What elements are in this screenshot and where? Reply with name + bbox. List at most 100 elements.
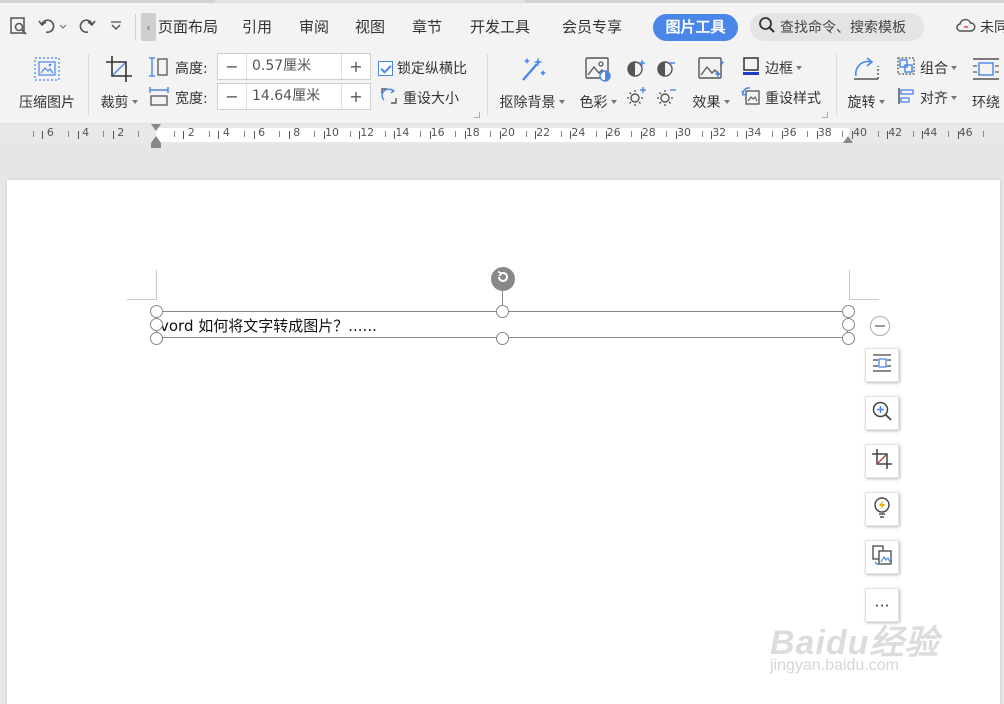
group-label: 组合	[920, 61, 948, 77]
width-increase-button[interactable]: +	[342, 84, 370, 109]
color-caret	[610, 100, 617, 104]
customize-toolbar-button[interactable]	[106, 14, 126, 38]
rotation-handle[interactable]	[491, 267, 515, 291]
print-preview-button[interactable]	[8, 14, 30, 38]
ruler-tick	[429, 131, 431, 139]
ruler-number: 30	[677, 126, 691, 139]
ruler-tick	[103, 131, 105, 137]
undo-button[interactable]	[36, 14, 68, 38]
text-wrap-icon	[971, 54, 1001, 88]
tab-strip-segment	[0, 0, 215, 3]
crop-icon	[871, 448, 893, 474]
compress-picture-button[interactable]: 压缩图片	[16, 54, 78, 112]
checkbox-checked-icon	[378, 60, 393, 76]
collapse-float-toolbar-button[interactable]	[870, 316, 890, 336]
picture-to-text-button[interactable]	[865, 540, 899, 574]
ruler-number: 6	[46, 126, 54, 139]
reset-size-button[interactable]: 重设大小	[379, 86, 459, 110]
tab-review[interactable]: 审阅	[299, 16, 329, 38]
height-icon	[148, 56, 170, 82]
remove-background-label: 抠除背景	[499, 95, 556, 111]
search-placeholder: 查找命令、搜索模板	[780, 20, 906, 36]
width-stepper[interactable]: − 14.64厘米 +	[217, 83, 371, 110]
resize-handle-top-left[interactable]	[150, 305, 163, 318]
tab-references[interactable]: 引用	[242, 16, 272, 38]
tab-page-layout[interactable]: 页面布局	[158, 16, 218, 38]
zoom-picture-button[interactable]	[865, 396, 899, 430]
ruler-number: 20	[501, 126, 515, 139]
resize-handle-top[interactable]	[496, 305, 509, 318]
height-input[interactable]: 0.57厘米	[246, 54, 342, 79]
ruler-tick	[772, 131, 773, 137]
border-button[interactable]: 边框	[741, 56, 802, 80]
decrease-contrast-button[interactable]	[656, 58, 678, 82]
compress-picture-icon	[32, 54, 62, 88]
ruler-number: 22	[536, 126, 551, 139]
redo-button[interactable]	[76, 14, 98, 38]
align-button[interactable]: 对齐	[896, 86, 957, 110]
tab-developer[interactable]: 开发工具	[470, 16, 530, 38]
cloud-icon	[955, 16, 977, 38]
width-input[interactable]: 14.64厘米	[246, 84, 342, 109]
ruler-tick	[253, 131, 255, 139]
ruler-number: 2	[117, 126, 125, 139]
height-stepper[interactable]: − 0.57厘米 +	[217, 53, 371, 80]
chevron-down-icon	[109, 19, 123, 33]
height-decrease-button[interactable]: −	[218, 54, 246, 79]
tab-view[interactable]: 视图	[355, 16, 385, 38]
ribbon-separator	[88, 54, 89, 116]
height-label: 高度:	[175, 61, 208, 77]
float-crop-button[interactable]	[865, 444, 899, 478]
increase-contrast-button[interactable]	[626, 58, 648, 82]
smart-tips-button[interactable]	[865, 492, 899, 526]
ruler-tick	[816, 131, 818, 139]
brightness-up-icon	[626, 87, 648, 112]
sync-status-button[interactable]: 未同	[955, 15, 1004, 39]
ruler-tick	[244, 131, 245, 137]
resize-handle-bottom-right[interactable]	[842, 332, 855, 345]
ruler-tick	[279, 131, 281, 137]
increase-brightness-button[interactable]	[626, 86, 648, 112]
crop-button[interactable]: 裁剪	[98, 54, 140, 112]
first-line-indent-marker[interactable]	[151, 124, 161, 131]
height-increase-button[interactable]: +	[342, 54, 370, 79]
ruler-number: 42	[888, 126, 903, 139]
resize-handle-bottom-left[interactable]	[150, 332, 163, 345]
tab-picture-tools[interactable]: 图片工具	[653, 14, 738, 41]
reset-style-icon	[741, 86, 761, 110]
size-dialog-launcher[interactable]	[474, 112, 480, 118]
width-decrease-button[interactable]: −	[218, 84, 246, 109]
layout-options-button[interactable]	[865, 348, 899, 382]
right-indent-marker[interactable]	[843, 136, 853, 143]
tab-member[interactable]: 会员专享	[562, 16, 622, 38]
ruler-tick	[807, 131, 809, 137]
text-wrap-button[interactable]: 环绕	[968, 54, 1004, 112]
resize-handle-top-right[interactable]	[842, 305, 855, 318]
decrease-brightness-button[interactable]	[656, 86, 678, 112]
reset-style-button[interactable]: 重设样式	[741, 86, 821, 110]
effects-button[interactable]: 效果	[689, 54, 733, 112]
group-button[interactable]: 组合	[896, 56, 957, 80]
color-button[interactable]: 色彩	[576, 54, 620, 112]
lock-aspect-ratio-checkbox[interactable]: 锁定纵横比	[378, 58, 467, 78]
width-icon	[148, 86, 170, 112]
resize-handle-bottom[interactable]	[496, 332, 509, 345]
chevron-left-icon: ‹	[146, 20, 151, 34]
remove-background-label-wrap: 抠除背景	[500, 92, 565, 112]
rotate-button[interactable]: 旋转	[845, 54, 887, 112]
left-indent-marker[interactable]	[151, 143, 161, 148]
hanging-indent-marker[interactable]	[151, 136, 161, 143]
border-caret	[796, 66, 802, 70]
style-dialog-launcher[interactable]	[822, 112, 828, 118]
remove-background-button[interactable]: 抠除背景	[496, 54, 568, 112]
ruler-tick	[42, 131, 44, 139]
effects-label-wrap: 效果	[693, 92, 730, 112]
scroll-tabs-left-button[interactable]: ‹	[141, 13, 156, 41]
tab-section[interactable]: 章节	[412, 16, 442, 38]
rotate-caret	[878, 100, 885, 104]
ruler-tick	[957, 131, 959, 139]
resize-handle-left[interactable]	[150, 318, 163, 331]
command-search-box[interactable]: 查找命令、搜索模板	[750, 13, 924, 41]
width-label: 宽度:	[175, 91, 208, 107]
resize-handle-right[interactable]	[842, 318, 855, 331]
